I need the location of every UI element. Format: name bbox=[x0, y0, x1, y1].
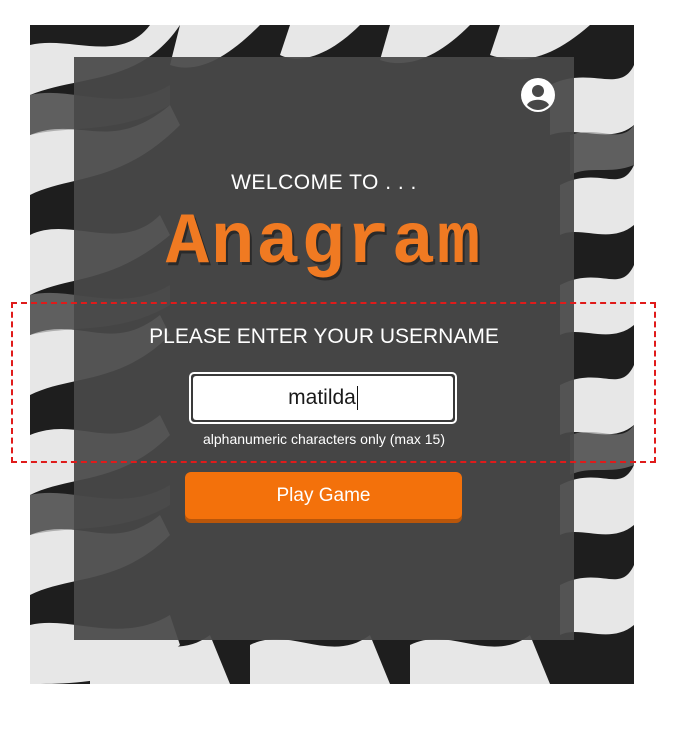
username-prompt: PLEASE ENTER YOUR USERNAME bbox=[149, 325, 499, 348]
text-caret bbox=[356, 386, 358, 410]
username-hint: alphanumeric characters only (max 15) bbox=[203, 431, 445, 447]
welcome-text: WELCOME TO . . . bbox=[231, 171, 417, 194]
welcome-card: WELCOME TO . . . Anagram PLEASE ENTER YO… bbox=[74, 57, 574, 640]
account-circle-icon[interactable] bbox=[520, 77, 556, 113]
play-game-button[interactable]: Play Game bbox=[185, 472, 462, 519]
username-input[interactable]: matilda bbox=[189, 372, 457, 424]
app-logo: Anagram bbox=[165, 202, 483, 284]
username-input-value: matilda bbox=[288, 386, 356, 409]
